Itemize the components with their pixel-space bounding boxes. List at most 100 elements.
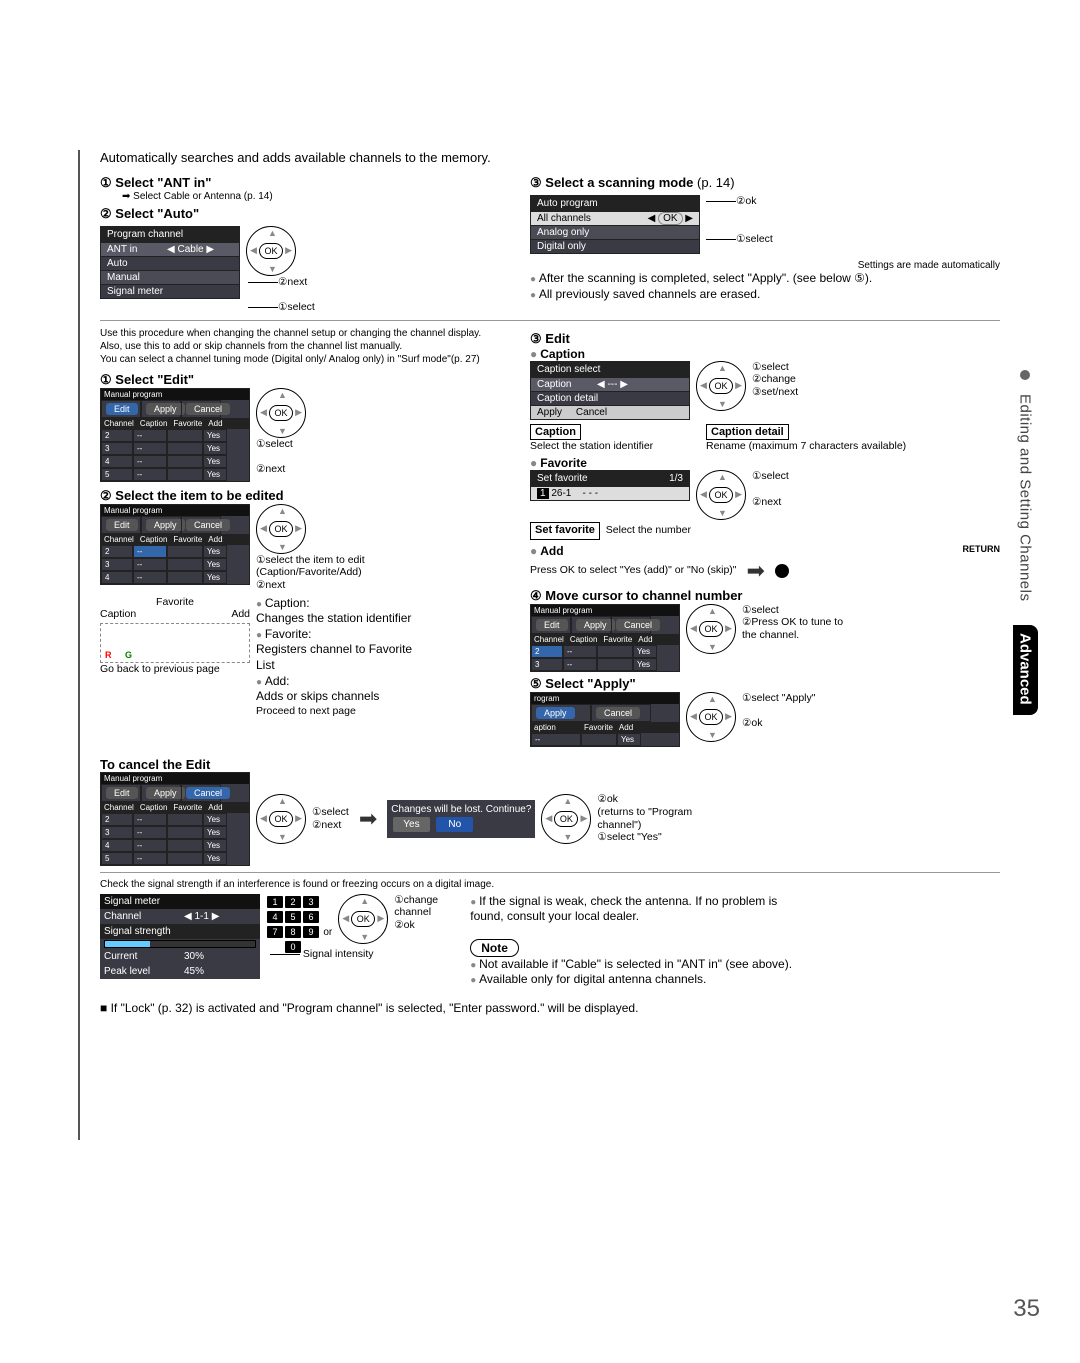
cancel-pill5[interactable]: Cancel [186,787,230,799]
analog-only-row[interactable]: Analog only [531,225,699,239]
ok-button4[interactable]: OK [709,378,733,394]
manual-step4-text: Move cursor to channel number [545,588,742,603]
auto-row[interactable]: Auto [101,256,239,270]
ok-button[interactable]: OK [259,243,283,259]
callout-ok: ok [745,195,756,207]
ok-button2[interactable]: OK [269,405,293,421]
confirm-yes-button[interactable]: Yes [393,817,429,832]
auto-step3-page: (p. 14) [697,175,735,190]
col-cap3: Caption [567,634,601,645]
manual-program-table5: Manual program EditApplyCancel ChannelCa… [100,772,250,866]
set-fav-title-row: Set favorite1/3 [531,471,689,486]
cancel-pill[interactable]: Cancel [186,403,230,415]
signal-intro: Check the signal strength if an interfer… [100,879,1000,890]
signal-intensity-label: Signal intensity [303,948,374,960]
r-key: R [105,650,112,660]
dpad-icon6[interactable]: OK▲▼◀▶ [686,604,736,654]
edit-pill[interactable]: Edit [106,403,138,415]
edit-pill3[interactable]: Edit [536,619,568,631]
row-yes3: Yes [203,455,227,468]
ok-button9[interactable]: OK [554,811,578,827]
add-heading: Add [540,544,563,558]
key-7[interactable]: 7 [267,926,283,938]
apply-pill2[interactable]: Apply [146,519,185,531]
key-1[interactable]: 1 [267,896,283,908]
ok-button5[interactable]: OK [709,487,733,503]
dpad-icon8[interactable]: OK▲▼◀▶ [256,794,306,844]
col-add2: Add [205,534,225,545]
apply-pill5[interactable]: Apply [146,787,185,799]
ok-button10[interactable]: OK [351,911,375,927]
dpad-icon2[interactable]: OK▲▼◀▶ [256,388,306,438]
all-channels-row[interactable]: All channels ◀ OK ▶ [531,211,699,225]
cancel-pill2[interactable]: Cancel [186,519,230,531]
manual-program-table1: Manual program EditApplyCancel ChannelCa… [100,388,250,482]
annot-sel6: select [321,806,348,818]
ok-button6[interactable]: OK [699,621,723,637]
dpad-icon10[interactable]: OK▲▼◀▶ [338,894,388,944]
apply-pill4[interactable]: Apply [536,707,575,719]
signal-meter-row[interactable]: Signal meter [101,284,239,298]
yesE1: Yes [203,813,227,826]
cap-label: Caption [100,608,136,621]
weak1: If the signal is weak, check the antenna… [479,894,692,908]
yesE3: Yes [203,839,227,852]
footnote-text: If "Lock" (p. 32) is activated and "Prog… [111,1001,639,1015]
yesB2: Yes [203,558,227,571]
key-4[interactable]: 4 [267,911,283,923]
cancel-pill4[interactable]: Cancel [596,707,640,719]
mp-title3: Manual program [531,605,679,616]
callout-next: next [287,276,307,288]
caption-detail-box: Caption detail [706,424,789,440]
manual-step3-text: Edit [545,331,570,346]
or-label: or [323,927,332,938]
ok-button7[interactable]: OK [699,709,723,725]
dpad-icon4[interactable]: OK▲▼◀▶ [696,361,746,411]
apply-pill3[interactable]: Apply [576,619,615,631]
auto-step1-sub-text: Select Cable or Antenna (p. 14) [133,191,273,202]
caption-select-title: Caption select [531,362,689,377]
add-label: Add [231,608,250,621]
key-8[interactable]: 8 [285,926,301,938]
ok-button8[interactable]: OK [269,811,293,827]
sm-peak-label: Peak level [100,964,180,979]
confirm-no-button[interactable]: No [436,817,473,832]
dpad-icon7[interactable]: OK▲▼◀▶ [686,692,736,742]
yesE2: Yes [203,826,227,839]
dpad-icon9[interactable]: OK▲▼◀▶ [541,794,591,844]
manual-row[interactable]: Manual [101,270,239,284]
cancel-edit-heading: To cancel the Edit [100,757,1000,772]
manual-step5: ⑤ Select "Apply" [530,676,1000,692]
key-3[interactable]: 3 [303,896,319,908]
sm-current-value: 30% [180,949,208,964]
apply-pill[interactable]: Apply [146,403,185,415]
annot-ok3: ok [404,919,415,931]
goback-text: Go back to previous page [100,663,250,676]
key-9[interactable]: 9 [303,926,319,938]
apply-cancel-row[interactable]: Apply Cancel [531,405,689,419]
return-button-icon[interactable] [775,564,789,578]
key-6[interactable]: 6 [303,911,319,923]
key-2[interactable]: 2 [285,896,301,908]
caption-row[interactable]: Caption◀ --- ▶ [531,377,689,391]
cancel-pill3[interactable]: Cancel [616,619,660,631]
fav-item-row[interactable]: 1 26-1 - - - [531,486,689,500]
ant-in-label: ANT in [107,244,167,255]
footnote: ■ If "Lock" (p. 32) is activated and "Pr… [100,1001,1000,1015]
dpad-icon5[interactable]: OK▲▼◀▶ [696,470,746,520]
dpad-icon3[interactable]: OK▲▼◀▶ [256,504,306,554]
ok-button3[interactable]: OK [269,521,293,537]
return-label: RETURN [963,544,1001,554]
ant-in-row[interactable]: ANT in◀ Cable ▶ [101,242,239,256]
caption-detail-row[interactable]: Caption detail [531,391,689,405]
dpad-icon[interactable]: OK ▲▼◀▶ [246,226,296,276]
edit-pill2[interactable]: Edit [106,519,138,531]
edit-pill5[interactable]: Edit [106,787,138,799]
digital-only-row[interactable]: Digital only [531,239,699,253]
numpad: 123 456 789 or .0 [266,894,332,954]
page-number: 35 [1013,1295,1040,1323]
key-5[interactable]: 5 [285,911,301,923]
favorite-heading: Favorite [540,456,587,470]
annot-select: select [265,438,292,450]
auto-step1-text: Select "ANT in" [115,175,211,190]
